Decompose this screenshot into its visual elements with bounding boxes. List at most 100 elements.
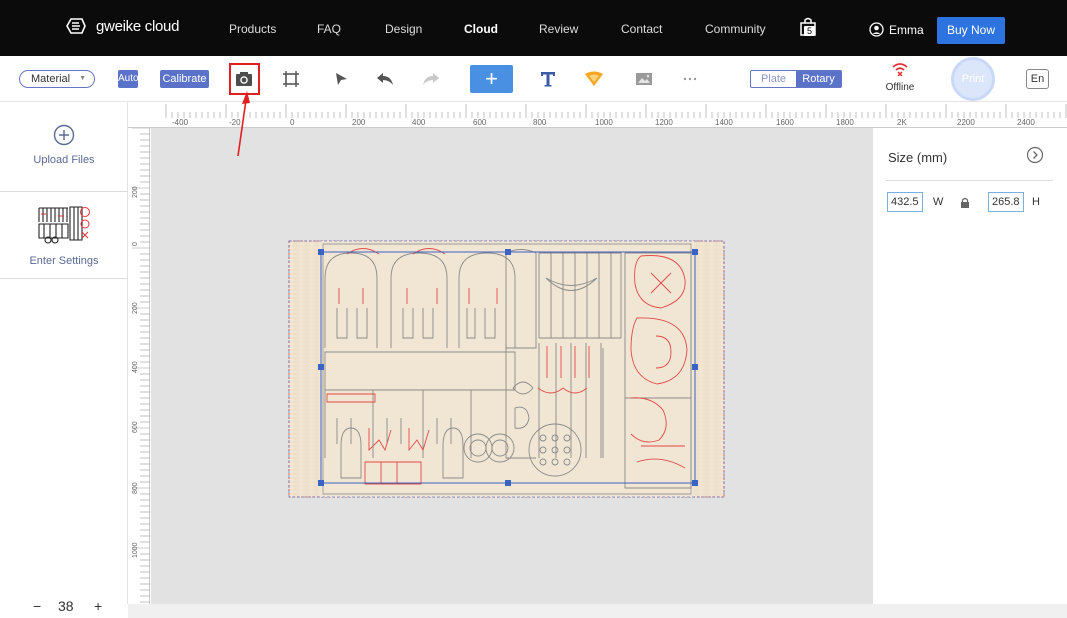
ruler-tick-label: 800: [533, 118, 547, 127]
horizontal-ruler-ticks: -400 -20 0 200 400 600 800 1000 1200 1400 1600 1800…: [165, 104, 1067, 127]
ruler-tick-label: 600: [473, 118, 487, 127]
add-object-button[interactable]: +: [470, 65, 513, 93]
ruler-tick-label: 1600: [776, 118, 794, 127]
resize-handle[interactable]: [505, 480, 511, 486]
redo-icon: [423, 73, 439, 85]
user-name: Emma: [889, 22, 924, 37]
nav-products[interactable]: Products: [229, 22, 276, 36]
wifi-offline-icon: [892, 63, 908, 77]
resize-handle[interactable]: [505, 249, 511, 255]
text-button[interactable]: [537, 68, 559, 90]
print-button[interactable]: Print: [951, 57, 995, 101]
select-button[interactable]: [330, 68, 352, 90]
ruler-tick-label: 1200: [655, 118, 673, 127]
ruler-tick-label: 2K: [897, 118, 907, 127]
design-canvas[interactable]: [151, 128, 873, 604]
redo-button[interactable]: [420, 68, 442, 90]
nav-cloud[interactable]: Cloud: [464, 22, 498, 36]
gweike-logo-icon: [66, 18, 86, 34]
horizontal-scrollbar[interactable]: [128, 604, 1067, 618]
size-panel-title: Size (mm): [888, 150, 948, 165]
frame-icon: [283, 71, 299, 87]
ruler-tick-label: 1000: [132, 542, 139, 558]
ruler-tick-label: 1000: [595, 118, 613, 127]
ruler-tick-label: 800: [132, 482, 139, 494]
horizontal-ruler: -400 -20 0 200 400 600 800 1000 1200 1400 1600 1800…: [128, 102, 1067, 128]
connection-status[interactable]: Offline: [880, 62, 920, 93]
undo-icon: [377, 73, 393, 85]
ruler-tick-label: 1400: [715, 118, 733, 127]
top-nav: gweike cloud Products FAQ Design Cloud R…: [0, 0, 1067, 56]
lock-icon[interactable]: [960, 197, 970, 209]
brand-logo[interactable]: gweike cloud: [64, 17, 179, 35]
ruler-tick-label: 2400: [1017, 118, 1035, 127]
add-icon: +: [485, 66, 498, 91]
ruler-tick-label: 0: [132, 242, 139, 246]
material-label: Material: [31, 73, 71, 85]
more-icon: [683, 77, 697, 81]
nav-design[interactable]: Design: [385, 22, 422, 36]
ruler-tick-label: 2200: [957, 118, 975, 127]
ruler-tick-label: 200: [132, 186, 139, 198]
canvas-artwork[interactable]: [151, 128, 873, 604]
panel-divider: [0, 191, 128, 192]
vertical-ruler: 200 0 200 400 600 800 1000: [128, 127, 150, 604]
enter-settings-button[interactable]: Enter Settings: [0, 255, 128, 267]
nav-community[interactable]: Community: [705, 22, 766, 36]
auto-button[interactable]: Auto: [118, 70, 139, 88]
resize-handle[interactable]: [692, 249, 698, 255]
zoom-in-button[interactable]: +: [94, 598, 102, 614]
language-button[interactable]: En: [1026, 69, 1049, 89]
vertical-ruler-ticks: 200 0 200 400 600 800 1000: [132, 127, 150, 603]
calibrate-button[interactable]: Calibrate: [160, 70, 209, 88]
nav-contact[interactable]: Contact: [621, 22, 662, 36]
nav-faq[interactable]: FAQ: [317, 22, 341, 36]
zoom-controls: − 38 +: [0, 598, 128, 618]
panel-divider: [886, 180, 1053, 181]
chevron-down-icon: ▼: [79, 75, 86, 82]
zoom-out-button[interactable]: −: [33, 598, 41, 614]
resize-handle[interactable]: [692, 480, 698, 486]
upload-files-button[interactable]: Upload Files: [0, 124, 128, 166]
buy-now-button[interactable]: Buy Now: [937, 17, 1005, 44]
shopping-bag-button[interactable]: 5: [799, 17, 817, 42]
image-icon: [636, 73, 652, 85]
frame-button[interactable]: [280, 68, 302, 90]
nav-review[interactable]: Review: [539, 22, 578, 36]
work-mode-toggle: Plate Rotary: [750, 70, 842, 88]
user-menu[interactable]: Emma: [869, 22, 924, 37]
height-unit-label: H: [1032, 196, 1040, 208]
chevron-right-circle-icon[interactable]: [1026, 146, 1044, 164]
resize-handle[interactable]: [318, 364, 324, 370]
zoom-level: 38: [58, 598, 74, 614]
ruler-tick-label: 200: [352, 118, 366, 127]
resize-handle[interactable]: [318, 249, 324, 255]
more-button[interactable]: [679, 68, 701, 90]
logo-text: gweike cloud: [96, 17, 180, 35]
app-root: gweike cloud Products FAQ Design Cloud R…: [0, 0, 1067, 618]
resize-handle[interactable]: [692, 364, 698, 370]
text-icon: [541, 72, 555, 87]
panel-divider: [0, 278, 128, 279]
left-panel: Upload Files Enter Settings: [0, 102, 128, 604]
ruler-tick-label: 0: [290, 118, 295, 127]
rotary-mode-option[interactable]: Rotary: [796, 71, 841, 87]
cart-count-badge: 5: [804, 26, 815, 36]
material-dropdown[interactable]: Material ▼: [19, 70, 95, 88]
undo-button[interactable]: [374, 68, 396, 90]
image-button[interactable]: [633, 68, 655, 90]
offline-label: Offline: [885, 82, 915, 93]
wood-panel: [319, 241, 694, 497]
design-thumbnail[interactable]: [38, 204, 90, 244]
ruler-tick-label: 400: [132, 361, 139, 373]
ruler-tick-label: 200: [132, 302, 139, 314]
shape-icon: [585, 71, 603, 86]
ruler-tick-label: -400: [172, 118, 189, 127]
resize-handle[interactable]: [318, 480, 324, 486]
width-unit-label: W: [933, 196, 944, 208]
height-input[interactable]: 265.8: [988, 192, 1024, 212]
plate-mode-option[interactable]: Plate: [751, 71, 796, 87]
shape-button[interactable]: [583, 68, 605, 90]
select-arrow-icon: [336, 73, 347, 85]
width-input[interactable]: 432.5: [887, 192, 923, 212]
